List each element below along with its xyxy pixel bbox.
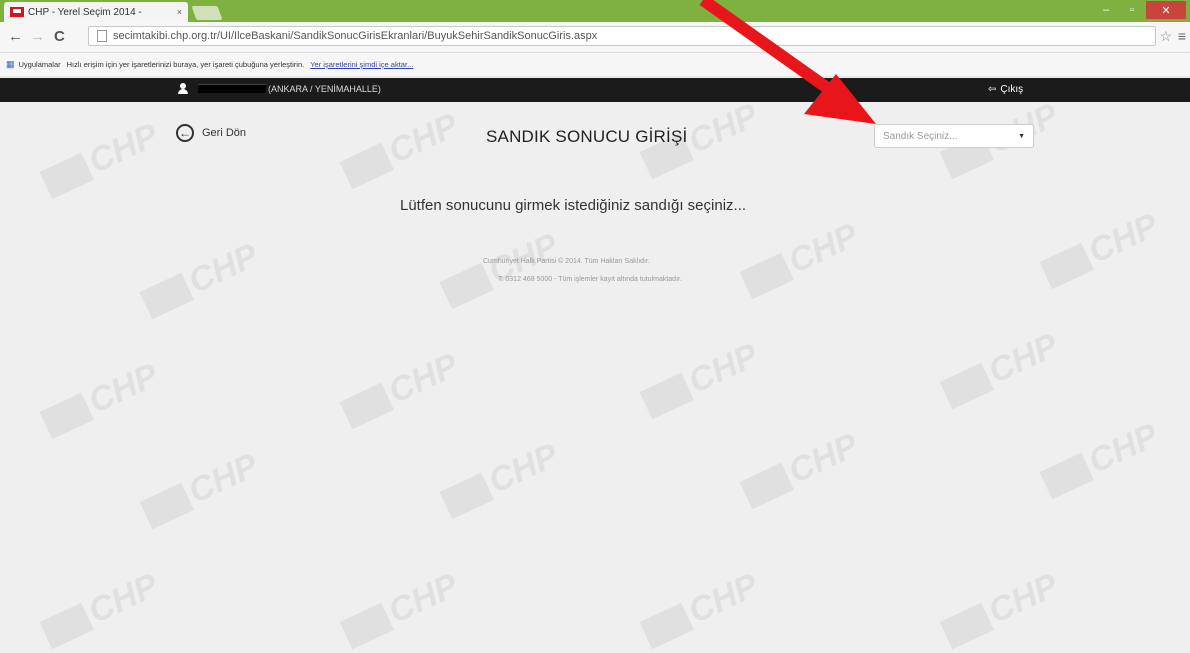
page-title: SANDIK SONUCU GİRİŞİ — [486, 127, 688, 146]
back-arrow-icon[interactable]: ← — [8, 28, 23, 45]
bookmarks-bar: ▦ Uygulamalar Hızlı erişim için yer işar… — [0, 53, 1190, 77]
chp-logo-icon — [339, 602, 394, 649]
logout-link[interactable]: ⇦ Çıkış — [988, 84, 1023, 95]
watermark-text: CHP — [682, 336, 764, 401]
back-button[interactable]: ← Geri Dön — [176, 124, 246, 142]
chp-logo-icon — [439, 262, 494, 309]
select-placeholder: Sandık Seçiniz... — [883, 130, 958, 142]
chp-logo-icon — [139, 272, 194, 319]
chp-logo-icon — [339, 382, 394, 429]
chp-watermark: CHP — [137, 236, 264, 323]
watermark-text: CHP — [1082, 206, 1164, 271]
chp-watermark: CHP — [637, 566, 764, 653]
watermark-text: CHP — [1082, 416, 1164, 481]
chp-watermark: CHP — [437, 226, 564, 313]
chp-logo-icon — [739, 252, 794, 299]
chp-logo-icon — [39, 392, 94, 439]
chp-watermark: CHP — [937, 566, 1064, 653]
chp-watermark: CHP — [37, 116, 164, 203]
watermark-text: CHP — [82, 566, 164, 631]
chp-watermark: CHP — [337, 566, 464, 653]
new-tab-button[interactable] — [191, 6, 223, 20]
chp-watermark: CHP — [137, 446, 264, 533]
watermark-text: CHP — [982, 566, 1064, 631]
minimize-button[interactable]: – — [1094, 1, 1118, 19]
user-info: (ANKARA / YENİMAHALLE) — [178, 83, 381, 94]
close-window-button[interactable]: ✕ — [1146, 1, 1186, 19]
chp-watermark: CHP — [1037, 206, 1164, 293]
chp-watermark: CHP — [637, 336, 764, 423]
sign-out-icon: ⇦ — [988, 84, 997, 95]
chp-watermark: CHP — [37, 566, 164, 653]
user-location: (ANKARA / YENİMAHALLE) — [268, 83, 381, 94]
footer-note: T: 0312 468 5000 - Tüm işlemler kayıt al… — [498, 276, 682, 283]
chp-logo-icon — [939, 362, 994, 409]
reload-icon[interactable]: C — [54, 28, 65, 45]
logout-label: Çıkış — [1000, 84, 1024, 95]
chp-watermark: CHP — [337, 346, 464, 433]
address-bar[interactable]: secimtakibi.chp.org.tr/UI/IlceBaskani/Sa… — [88, 26, 1156, 46]
watermark-text: CHP — [82, 356, 164, 421]
chp-logo-icon — [939, 602, 994, 649]
watermark-text: CHP — [182, 236, 264, 301]
watermark-text: CHP — [782, 216, 864, 281]
forward-arrow-icon[interactable]: → — [30, 28, 45, 45]
watermark-text: CHP — [482, 436, 564, 501]
watermark-text: CHP — [782, 426, 864, 491]
apps-grid-icon[interactable]: ▦ — [6, 59, 15, 70]
chp-logo-icon — [1039, 452, 1094, 499]
chp-logo-icon — [639, 602, 694, 649]
page-icon — [97, 30, 107, 42]
chp-watermark: CHP — [37, 356, 164, 443]
watermark-text: CHP — [982, 326, 1064, 391]
chp-logo-icon — [39, 602, 94, 649]
app-navbar: (ANKARA / YENİMAHALLE) ⇦ Çıkış — [0, 78, 1190, 102]
chp-watermark: CHP — [437, 436, 564, 523]
maximize-button[interactable]: ▫ — [1120, 1, 1144, 19]
watermark-text: CHP — [82, 116, 164, 181]
browser-toolbar: ← → C secimtakibi.chp.org.tr/UI/IlceBask… — [0, 22, 1190, 53]
watermark-text: CHP — [382, 566, 464, 631]
window-controls: – ▫ ✕ — [1094, 1, 1186, 19]
chp-logo-icon — [439, 472, 494, 519]
chp-favicon-icon — [10, 7, 24, 17]
browser-tab[interactable]: CHP - Yerel Seçim 2014 - × — [4, 2, 188, 22]
chp-logo-icon — [339, 142, 394, 189]
arrow-left-circle-icon: ← — [176, 124, 194, 142]
tab-title: CHP - Yerel Seçim 2014 - — [28, 6, 142, 18]
user-icon — [178, 83, 188, 94]
bookmark-star-icon[interactable]: ☆ — [1159, 28, 1172, 45]
chp-logo-icon — [1039, 242, 1094, 289]
chp-watermark: CHP — [937, 326, 1064, 413]
url-text: secimtakibi.chp.org.tr/UI/IlceBaskani/Sa… — [113, 30, 598, 42]
import-bookmarks-link[interactable]: Yer işaretlerini şimdi içe aktar... — [310, 60, 413, 69]
watermark-text: CHP — [382, 106, 464, 171]
chp-logo-icon — [139, 482, 194, 529]
tab-close-button[interactable]: × — [177, 7, 182, 17]
chp-logo-icon — [739, 462, 794, 509]
watermark-text: CHP — [682, 96, 764, 161]
bookmarks-hint: Hızlı erişim için yer işaretlerinizi bur… — [66, 60, 305, 69]
browser-tab-strip: CHP - Yerel Seçim 2014 - × – ▫ ✕ — [0, 0, 1190, 22]
instruction-message: Lütfen sonucunu girmek istediğiniz sandı… — [400, 197, 747, 214]
chrome-menu-icon[interactable]: ≡ — [1178, 28, 1186, 44]
chp-watermark: CHP — [737, 426, 864, 513]
chp-watermark: CHP — [1037, 416, 1164, 503]
watermark-text: CHP — [682, 566, 764, 631]
chp-logo-icon — [39, 152, 94, 199]
back-label: Geri Dön — [202, 127, 247, 139]
apps-link[interactable]: Uygulamalar — [19, 60, 61, 69]
chp-watermark: CHP — [737, 216, 864, 303]
caret-down-icon: ▼ — [1018, 132, 1025, 140]
redacted-username — [198, 84, 266, 93]
footer-copyright: Cumhuriyet Halk Partisi © 2014. Tüm Hakl… — [483, 258, 650, 265]
chp-watermark: CHP — [337, 106, 464, 193]
watermark-text: CHP — [182, 446, 264, 511]
ballot-box-select[interactable]: Sandık Seçiniz... ▼ — [874, 124, 1034, 148]
chp-logo-icon — [639, 372, 694, 419]
watermark-text: CHP — [382, 346, 464, 411]
